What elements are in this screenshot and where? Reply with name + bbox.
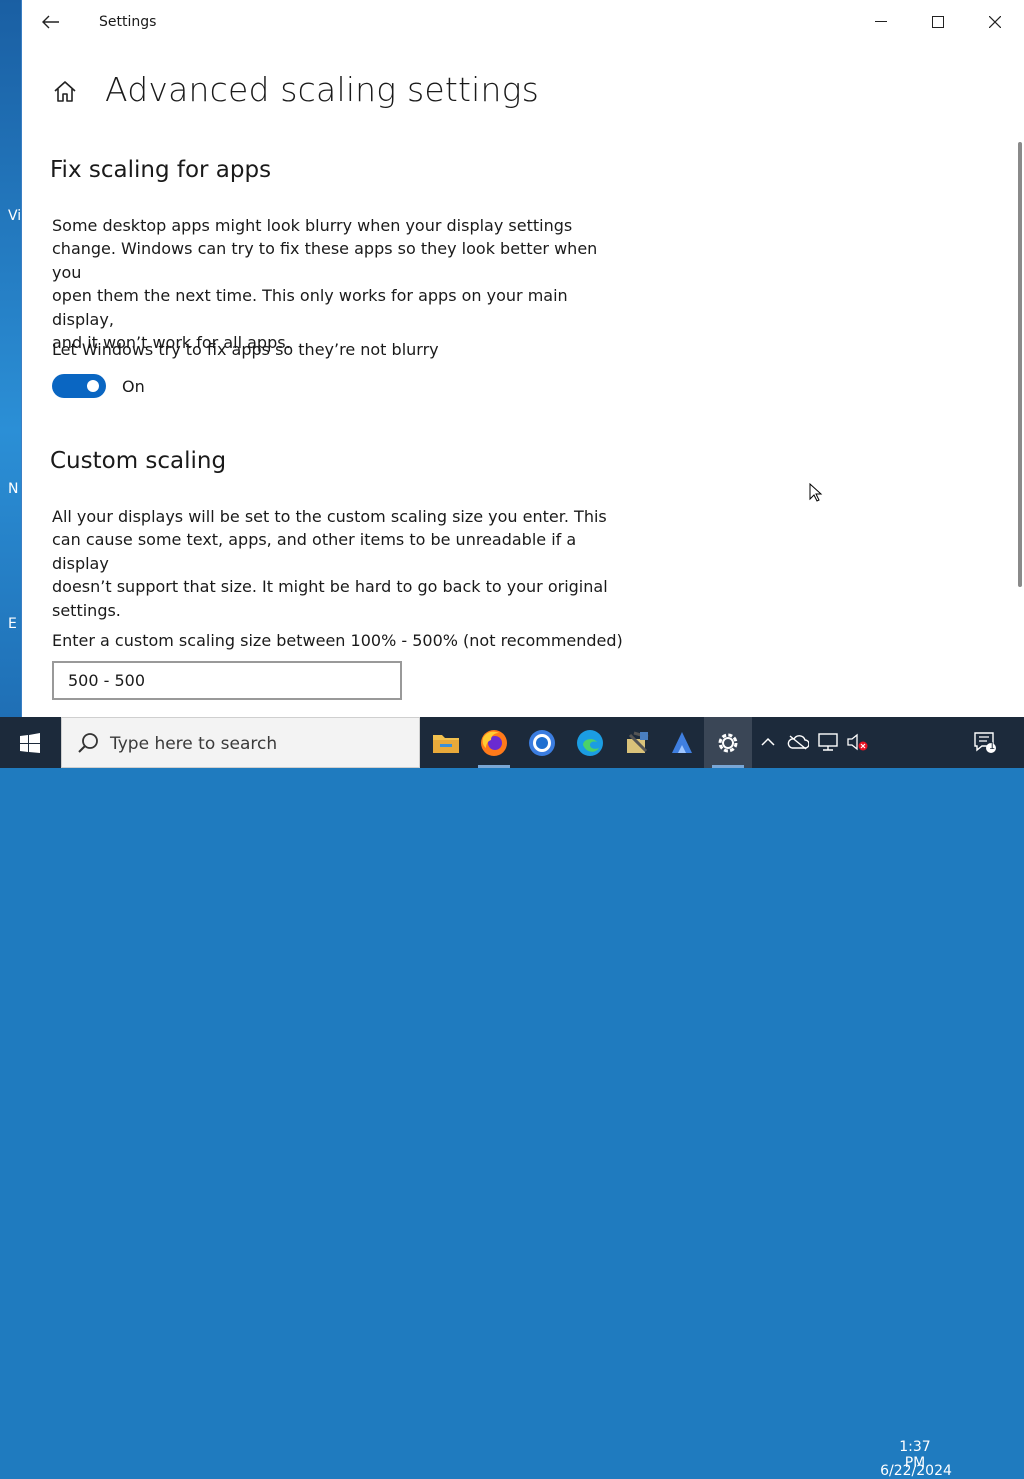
chevron-up-icon [761,737,775,746]
maximize-button[interactable] [909,0,966,44]
start-button[interactable] [0,717,60,768]
tools-app-icon [627,731,649,753]
description-line: open them the next time. This only works… [52,286,568,329]
back-button[interactable] [36,8,66,36]
onedrive-tray-button[interactable] [787,731,809,753]
custom-scaling-description: All your displays will be set to the cus… [52,505,617,622]
fix-apps-toggle[interactable] [52,374,106,398]
scrollbar[interactable] [1018,142,1022,587]
back-arrow-icon [42,15,59,29]
mouse-cursor-icon [809,482,823,507]
taskbar-app-firefox[interactable] [470,717,518,768]
folder-icon [433,734,459,753]
notification-count-badge: 1 [988,741,996,752]
home-icon [54,81,76,102]
desktop-background: Vi N E [0,0,21,717]
section-heading-fix-scaling: Fix scaling for apps [50,157,272,183]
show-hidden-icons-button[interactable] [757,731,779,753]
description-line: can cause some text, apps, and other ite… [52,530,577,573]
window-title: Settings [99,14,157,30]
taskbar-app-settings[interactable] [704,717,752,768]
volume-muted-icon [847,733,868,751]
minimize-button[interactable] [852,0,909,44]
toggle-state-label: On [122,377,145,396]
paint-app-icon [672,731,692,753]
custom-scaling-input-label: Enter a custom scaling size between 100%… [52,631,623,650]
fix-apps-toggle-label: Let Windows try to fix apps so they’re n… [52,340,439,359]
custom-scaling-input[interactable] [52,661,402,700]
maximize-icon [931,16,944,28]
taskbar-search-box[interactable]: Type here to search [61,717,420,768]
taskbar-app-chrome[interactable] [518,717,566,768]
desktop-icon-label: N [8,481,19,497]
search-placeholder: Type here to search [110,734,278,754]
home-button[interactable] [52,79,78,105]
description-line: Some desktop apps might look blurry when… [52,216,573,235]
clock-date[interactable]: 6/22/2024 [878,1463,954,1479]
desktop-icon-label: E [8,616,17,632]
notification-center-button[interactable]: 1 [972,731,998,753]
description-line: settings. [52,600,121,620]
taskbar-app-edge[interactable] [566,717,614,768]
description-line: All your displays will be set to the cus… [52,507,607,526]
taskbar-app-file-explorer[interactable] [422,717,470,768]
taskbar: Type here to search 1:37 PM 6/22/2024 1 [0,717,1024,1479]
desktop-icon-label: Vi [8,208,22,224]
taskbar-app-app-6[interactable] [658,717,706,768]
description-line: change. Windows can try to fix these app… [52,239,598,282]
network-tray-button[interactable] [817,731,839,753]
description-line: doesn’t support that size. It might be h… [52,577,608,597]
edge-icon [577,729,603,756]
volume-tray-button[interactable] [846,731,868,753]
cloud-offline-icon [787,735,809,750]
section-heading-custom-scaling: Custom scaling [50,448,227,474]
page-title: Advanced scaling settings [105,70,540,109]
windows-logo-icon [20,732,40,753]
firefox-icon [481,729,507,756]
toggle-knob [87,380,99,392]
settings-window: Settings Advanced scaling settings Fix s… [21,0,1024,717]
close-icon [988,16,1001,28]
network-icon [818,733,838,751]
search-icon [78,733,98,753]
close-button[interactable] [966,0,1023,44]
gear-icon [718,733,738,752]
minimize-icon [874,21,887,22]
title-bar: Settings [22,0,1024,44]
chrome-icon [529,729,555,756]
taskbar-app-app-5[interactable] [614,717,662,768]
fix-scaling-description: Some desktop apps might look blurry when… [52,214,617,354]
